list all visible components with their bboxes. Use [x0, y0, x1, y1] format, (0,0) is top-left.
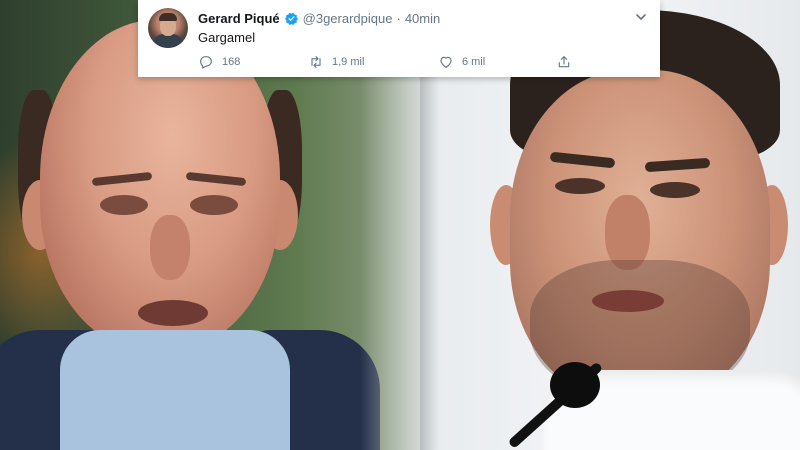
display-name[interactable]: Gerard Piqué — [198, 11, 280, 26]
retweet-icon — [311, 56, 321, 68]
timestamp[interactable]: 40min — [405, 11, 440, 26]
tweet-card[interactable]: Gerard Piqué @3gerardpique · 40min Garga… — [138, 0, 660, 77]
heart-icon — [440, 56, 452, 68]
share-icon — [558, 56, 570, 68]
verified-badge-icon — [284, 11, 299, 26]
tweet-text: Gargamel — [198, 30, 256, 45]
chevron-down-icon[interactable] — [634, 10, 648, 24]
like-count: 6 mil — [462, 56, 486, 68]
reply-icon — [200, 56, 212, 69]
avatar[interactable] — [148, 8, 188, 48]
tweet-actions: 168 1,9 mil 6 mil — [198, 53, 638, 71]
retweet-count: 1,9 mil — [332, 56, 365, 68]
like-button[interactable]: 6 mil — [438, 53, 485, 71]
reply-count: 168 — [222, 56, 241, 68]
reply-button[interactable]: 168 — [198, 53, 240, 71]
left-person-shirt — [60, 330, 290, 450]
separator-dot: · — [396, 10, 401, 26]
handle[interactable]: @3gerardpique — [303, 11, 393, 26]
retweet-button[interactable]: 1,9 mil — [308, 53, 364, 71]
share-button[interactable] — [556, 53, 580, 71]
tweet-header: Gerard Piqué @3gerardpique · 40min — [198, 9, 440, 27]
microphone — [550, 362, 600, 408]
